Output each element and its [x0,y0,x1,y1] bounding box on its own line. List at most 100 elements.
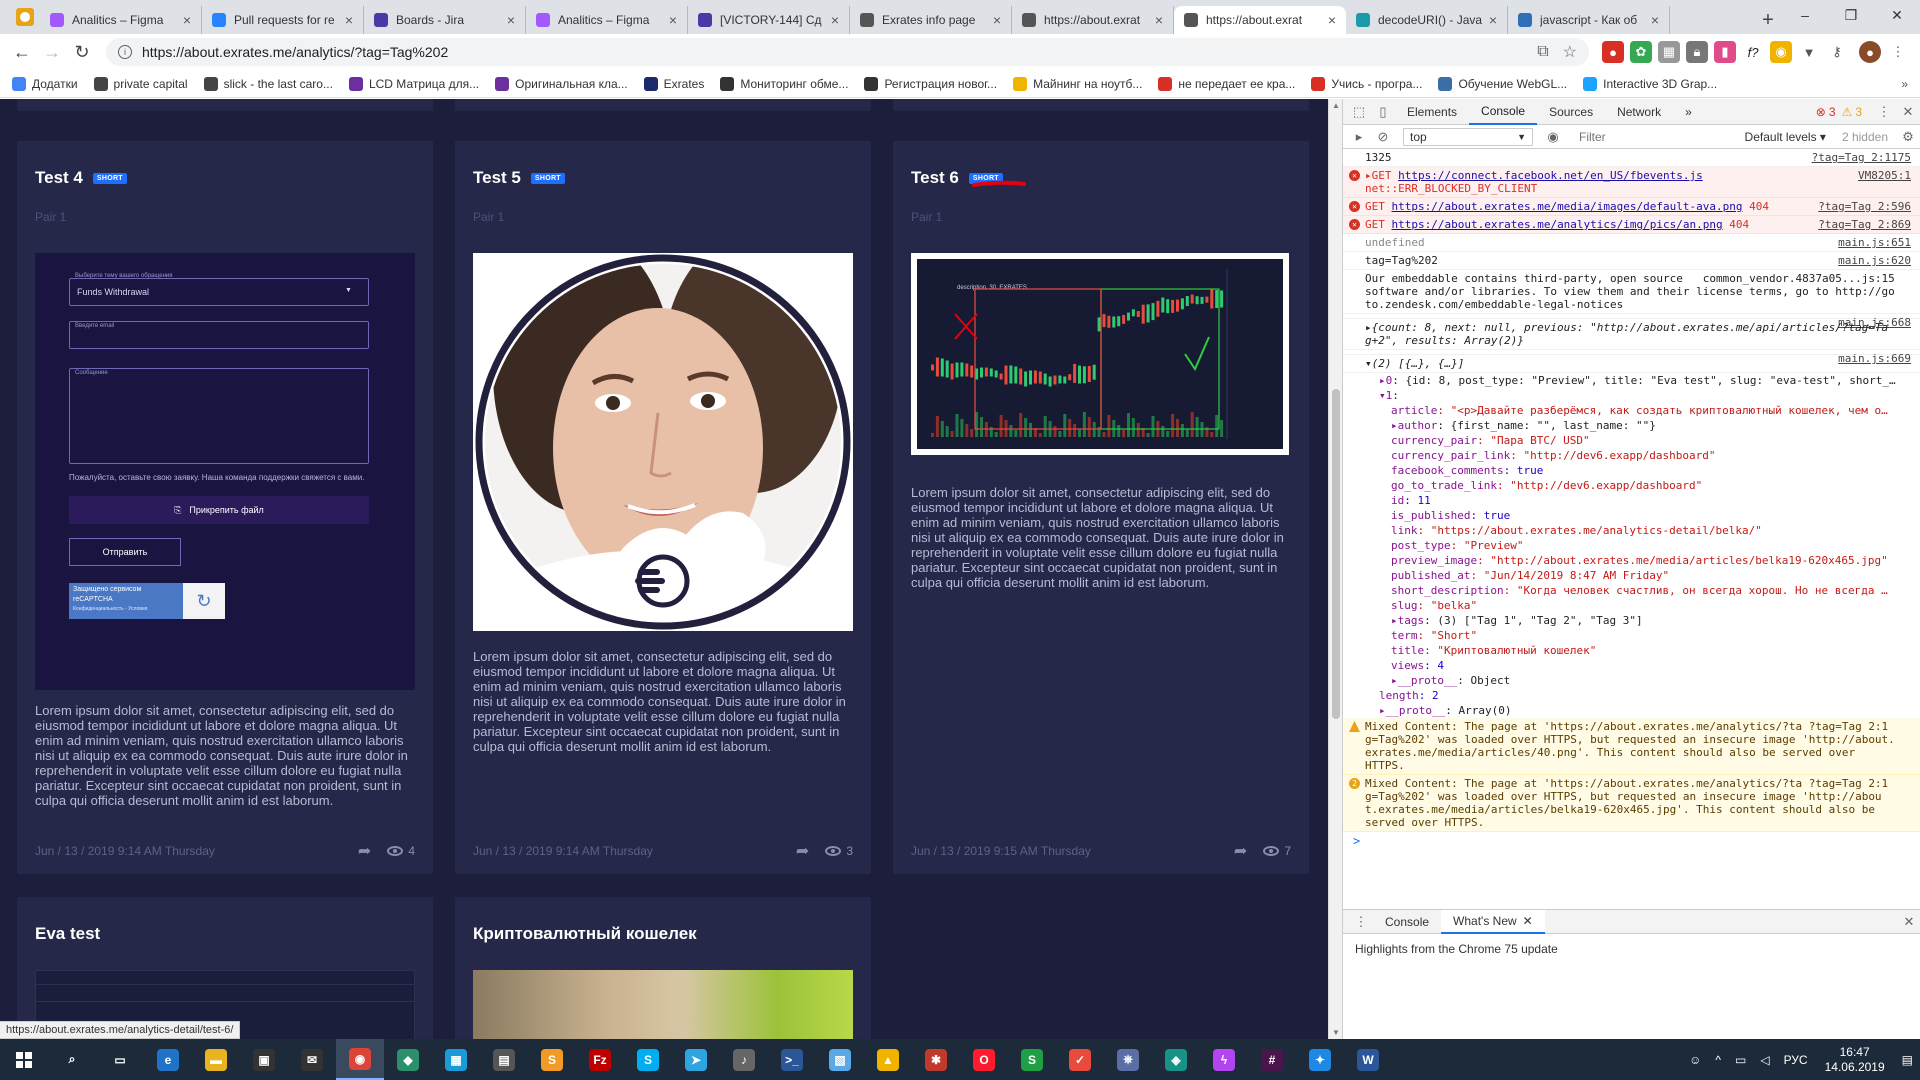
taskbar-app-check-icon[interactable]: ✓ [1056,1039,1104,1080]
prop-key[interactable]: ▸0 [1379,374,1392,387]
extension-key-icon[interactable]: ⚷ [1826,41,1848,63]
notifications-icon[interactable]: ▤ [1902,1053,1913,1067]
taskbar-calculator-icon[interactable]: ▤ [480,1039,528,1080]
avatar[interactable]: ● [1859,41,1881,63]
console-settings-icon[interactable]: ⚙ [1896,125,1920,149]
prop-key[interactable]: short_description [1391,584,1504,597]
prop-key[interactable]: preview_image [1391,554,1477,567]
close-drawer-icon[interactable]: ✕ [1897,910,1920,934]
taskbar-chrome-icon[interactable]: ◉ [336,1039,384,1080]
taskbar-gitkraken-icon[interactable]: ◈ [1152,1039,1200,1080]
clear-console-icon[interactable]: ⊘ [1371,125,1395,149]
maximize-button[interactable]: ❐ [1828,0,1874,30]
bookmark-item[interactable]: не передает ее кра... [1158,76,1295,91]
console-prompt[interactable]: > [1353,834,1360,848]
clock[interactable]: 16:47 14.06.2019 [1825,1045,1885,1075]
taskbar-app-blue-icon[interactable]: ✦ [1296,1039,1344,1080]
article-card[interactable]: Test 6 SHORT Pair 1 description, 30, EXRA… [893,141,1309,874]
prop-key[interactable]: link [1391,524,1418,537]
taskbar-slack-icon[interactable]: # [1248,1039,1296,1080]
taskbar-app-red-icon[interactable]: ✱ [912,1039,960,1080]
browser-tab[interactable]: https://about.exrat × [1012,6,1174,34]
bookmark-item[interactable]: private capital [93,76,188,91]
tab-sources[interactable]: Sources [1537,99,1605,125]
prop-key[interactable]: is_published [1391,509,1470,522]
taskbar-store-icon[interactable]: ▣ [240,1039,288,1080]
log-source[interactable]: main.js:620 [1838,254,1911,267]
taskbar-telegram-icon[interactable]: ➤ [672,1039,720,1080]
app-menu-icon[interactable] [16,8,34,26]
network-icon[interactable]: ▭ [1735,1053,1746,1067]
browser-tab[interactable]: javascript - Как об × [1508,6,1670,34]
bookmark-item[interactable]: Додатки [12,76,78,91]
prop-key[interactable]: ▸__proto__ [1379,704,1445,717]
new-tab-button[interactable]: + [1754,6,1782,34]
close-tab-icon[interactable]: × [993,12,1001,28]
extension-fontface-icon[interactable]: f? [1742,41,1764,63]
warning-counter[interactable]: ⚠ 3 [1842,105,1862,119]
bookmark-item[interactable]: Регистрация новог... [864,76,997,91]
close-tab-icon[interactable]: × [1328,12,1336,28]
taskbar-app-net-icon[interactable]: ⎈ [1104,1039,1152,1080]
volume-icon[interactable]: ◁ [1760,1053,1769,1067]
taskbar-task-view-icon[interactable]: ▭ [96,1039,144,1080]
browser-tab[interactable]: decodeURI() - Java × [1346,6,1508,34]
taskbar-word-icon[interactable]: W [1344,1039,1392,1080]
prop-key[interactable]: currency_pair [1391,434,1477,447]
drawer-tab-console[interactable]: Console [1373,910,1441,934]
drawer-tab-whats-new[interactable]: What's New ✕ [1441,909,1545,934]
tab-console[interactable]: Console [1469,99,1538,125]
prop-key[interactable]: go_to_trade_link [1391,479,1497,492]
taskbar-app-yellow-icon[interactable]: ▲ [864,1039,912,1080]
share-icon[interactable]: ➦ [1234,841,1247,861]
log-source[interactable]: main.js:651 [1838,236,1911,249]
taskbar-sublime-icon[interactable]: S [528,1039,576,1080]
close-window-button[interactable]: ✕ [1874,0,1920,30]
extension-adblock-icon[interactable]: ● [1602,41,1624,63]
taskbar-notepad-icon[interactable]: ▧ [816,1039,864,1080]
taskbar-mic-icon[interactable]: ♪ [720,1039,768,1080]
article-card[interactable]: Криптовалютный кошелек [455,897,871,1039]
close-devtools-icon[interactable]: ✕ [1896,100,1920,124]
reload-button[interactable]: ↻ [68,38,96,66]
back-button[interactable]: ← [8,38,36,66]
share-icon[interactable]: ➦ [796,841,809,861]
taskbar-app-cyan-icon[interactable]: ▦ [432,1039,480,1080]
extension-filter-icon[interactable]: ▼ [1798,41,1820,63]
log-link[interactable]: https://about.exrates.me/media/images/de… [1392,200,1743,213]
chevron-up-icon[interactable]: ^ [1715,1053,1721,1067]
scroll-up-icon[interactable]: ▲ [1332,101,1340,110]
log-link[interactable]: https://connect.facebook.net/en_US/fbeve… [1398,169,1703,182]
prop-key[interactable]: article [1391,404,1437,417]
drawer-menu-icon[interactable]: ⋮ [1349,910,1373,934]
article-card[interactable]: Test 4 SHORT Pair 1 Выберите тему вашего … [17,141,433,874]
taskbar-edge-icon[interactable]: e [144,1039,192,1080]
live-expression-icon[interactable]: ◉ [1541,125,1565,149]
devtools-menu-icon[interactable]: ⋮ [1872,100,1896,124]
browser-tab[interactable]: Boards - Jira × [364,6,526,34]
card-title[interactable]: Eva test [35,924,100,944]
card-title[interactable]: Test 4 [35,168,83,188]
taskbar-mail-icon[interactable]: ✉ [288,1039,336,1080]
bookmark-item[interactable]: slick - the last caro... [203,76,333,91]
extension-gray-icon[interactable]: ▦ [1658,41,1680,63]
close-tab-icon[interactable]: × [1651,12,1659,28]
taskbar-powershell-icon[interactable]: >_ [768,1039,816,1080]
bookmark-item[interactable]: Обучение WebGL... [1438,76,1567,91]
extension-colorful-icon[interactable]: ✿ [1630,41,1652,63]
start-button[interactable] [0,1039,48,1080]
share-icon[interactable]: ➦ [358,841,371,861]
log-source[interactable]: ?tag=Tag 2:869 [1818,218,1911,231]
bookmark-item[interactable]: Мониторинг обме... [720,76,848,91]
browser-menu-icon[interactable]: ⋮ [1887,41,1909,63]
article-card[interactable]: Test 5 SHORT Pair 1 Lorem ipsum dolor si… [455,141,871,874]
card-title[interactable]: Криптовалютный кошелек [473,924,697,944]
prop-key[interactable]: published_at [1391,569,1470,582]
close-icon[interactable]: ✕ [1523,914,1533,928]
browser-tab[interactable]: Analitics – Figma × [40,6,202,34]
close-tab-icon[interactable]: × [1489,12,1497,28]
context-select[interactable]: top ▼ [1403,127,1533,146]
taskbar-search-icon[interactable]: ⌕ [48,1039,96,1080]
people-icon[interactable]: ☺ [1689,1053,1701,1067]
forward-button[interactable]: → [38,38,66,66]
